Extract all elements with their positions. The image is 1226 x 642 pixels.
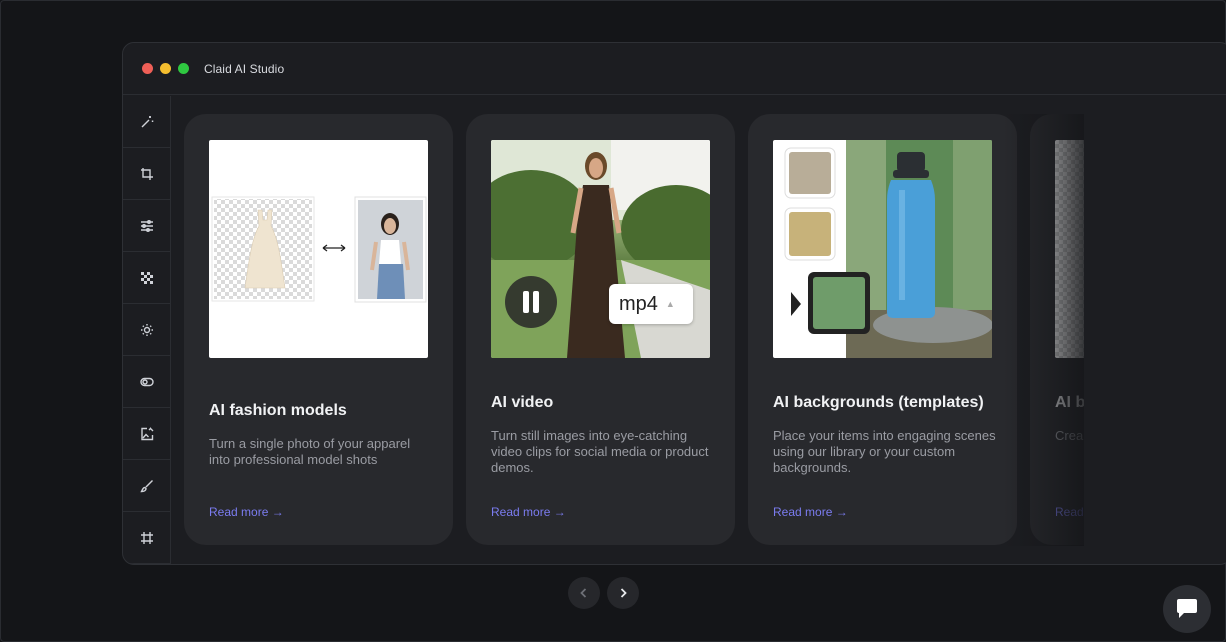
chat-widget-button[interactable] — [1163, 585, 1211, 633]
tool-image-edit[interactable] — [123, 408, 170, 460]
sun-icon — [140, 323, 153, 336]
crop-icon — [140, 167, 153, 180]
chevron-right-icon — [620, 588, 627, 598]
maximize-window-dot[interactable] — [178, 63, 189, 74]
image-edit-icon — [140, 427, 153, 440]
card-title: AI video — [491, 394, 554, 411]
feature-card-ai-backgrounds[interactable]: AI backgrounds (templates) Place your it… — [748, 114, 1017, 545]
checkerboard-icon — [140, 271, 153, 284]
card-description: Turn still images into eye-catching vide… — [491, 428, 709, 475]
chevron-left-icon — [580, 588, 587, 598]
tool-light[interactable] — [123, 304, 170, 356]
toggle-icon — [139, 377, 154, 386]
read-more-link[interactable]: Read more → — [491, 505, 566, 519]
magic-wand-icon — [141, 115, 153, 127]
fashion-models-image — [209, 140, 428, 358]
chat-bubble-icon — [1177, 599, 1197, 618]
tool-sidebar — [123, 96, 171, 564]
tool-remove-background[interactable] — [123, 252, 170, 304]
feature-card-partial[interactable]: AI b Crea phot desc Read — [1030, 114, 1084, 545]
feature-card-fashion-models[interactable]: AI fashion models Turn a single photo of… — [184, 114, 453, 545]
card-title: AI backgrounds (templates) — [773, 394, 984, 411]
read-more-link[interactable]: Read — [1055, 505, 1084, 519]
brush-icon — [139, 479, 153, 492]
tool-magic-wand[interactable] — [123, 96, 170, 148]
card-title: AI b — [1055, 394, 1084, 411]
card-title: AI fashion models — [209, 402, 347, 419]
read-more-link[interactable]: Read more → — [209, 505, 284, 519]
chevron-up-icon: ▲ — [665, 299, 675, 309]
feature-carousel[interactable]: AI fashion models Turn a single photo of… — [184, 114, 1084, 546]
tool-brush[interactable] — [123, 460, 170, 512]
feature-card-ai-video[interactable]: mp4 ▲ AI video Turn still images into ey… — [466, 114, 735, 545]
format-label: mp4 — [619, 292, 658, 315]
tool-toggle[interactable] — [123, 356, 170, 408]
close-window-dot[interactable] — [142, 63, 153, 74]
card-description: Turn a single photo of your apparel into… — [209, 436, 411, 467]
ai-backgrounds-image — [773, 140, 992, 358]
minimize-window-dot[interactable] — [160, 63, 171, 74]
sliders-icon — [140, 219, 153, 232]
carousel-prev-button[interactable] — [568, 577, 600, 609]
pause-button[interactable] — [505, 276, 557, 328]
read-more-link[interactable]: Read more → — [773, 505, 848, 519]
format-selector[interactable]: mp4 ▲ — [609, 284, 693, 324]
carousel-next-button[interactable] — [607, 577, 639, 609]
card-description: Crea phot desc — [1055, 428, 1084, 443]
app-title: Claid AI Studio — [204, 61, 285, 76]
partial-card-image — [1055, 140, 1084, 358]
title-bar: Claid AI Studio — [123, 43, 1226, 95]
tool-crop[interactable] — [123, 148, 170, 200]
tool-adjust[interactable] — [123, 200, 170, 252]
tool-frame[interactable] — [123, 512, 170, 564]
frame-icon — [140, 531, 153, 544]
card-description: Place your items into engaging scenes us… — [773, 428, 996, 475]
pause-icon — [523, 291, 539, 313]
ai-video-image: mp4 ▲ — [491, 140, 710, 358]
